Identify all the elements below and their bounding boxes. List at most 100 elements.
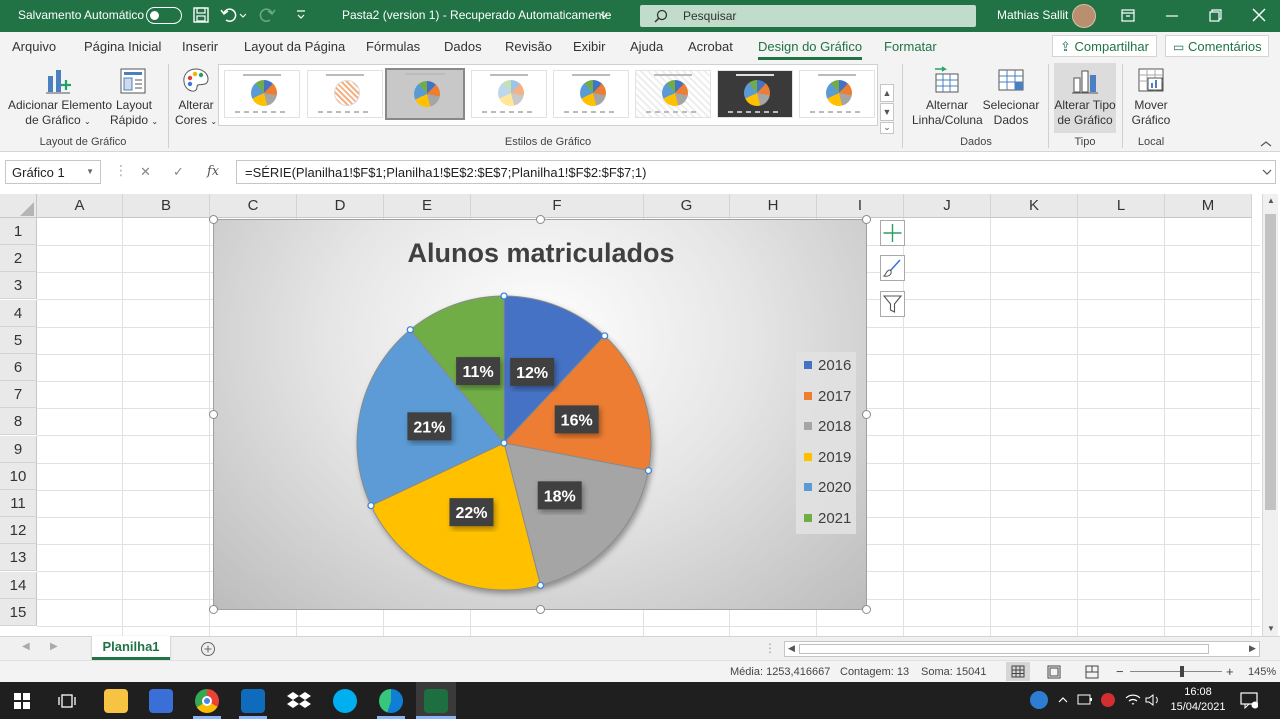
vertical-scrollbar[interactable]: ▲ ▼ bbox=[1262, 194, 1278, 636]
legend-entry-2020[interactable]: 2020 bbox=[804, 479, 851, 496]
chart-style-1[interactable] bbox=[224, 70, 300, 118]
data-label-2016[interactable]: 12% bbox=[510, 357, 555, 386]
selection-point[interactable] bbox=[600, 332, 609, 340]
selection-point[interactable] bbox=[367, 501, 375, 510]
redo-icon[interactable] bbox=[258, 7, 284, 23]
expand-formula-bar-icon[interactable] bbox=[1262, 169, 1272, 175]
wifi-icon[interactable] bbox=[1125, 693, 1141, 707]
data-label-2021[interactable]: 11% bbox=[456, 357, 501, 386]
prev-sheet-icon[interactable]: ◀ bbox=[22, 641, 30, 652]
resize-handle[interactable] bbox=[862, 410, 871, 419]
normal-view-button[interactable] bbox=[1006, 662, 1030, 681]
customize-toolbar-icon[interactable] bbox=[296, 9, 306, 21]
legend-entry-2019[interactable]: 2019 bbox=[804, 449, 851, 466]
column-header-f[interactable]: F bbox=[471, 194, 644, 218]
store-icon[interactable] bbox=[149, 689, 173, 713]
gallery-more-icon[interactable]: ⌄ bbox=[880, 122, 894, 134]
zoom-slider-thumb[interactable] bbox=[1180, 666, 1184, 677]
skype-icon[interactable] bbox=[333, 689, 357, 713]
chart-style-6[interactable] bbox=[635, 70, 711, 118]
resize-handle[interactable] bbox=[209, 215, 218, 224]
row-header-4[interactable]: 4 bbox=[0, 299, 37, 327]
minimize-icon[interactable] bbox=[1166, 15, 1178, 17]
chart-style-7[interactable] bbox=[717, 70, 793, 118]
change-colors-button[interactable] bbox=[181, 66, 211, 96]
selection-point[interactable] bbox=[406, 326, 414, 334]
formula-input[interactable]: =SÉRIE(Planilha1!$F$1;Planilha1!$E$2:$E$… bbox=[236, 160, 1276, 184]
document-title[interactable]: Pasta2 (version 1) - Recuperado Automati… bbox=[342, 8, 611, 22]
scroll-down-icon[interactable]: ▼ bbox=[1267, 624, 1275, 633]
chart-filters-button[interactable] bbox=[880, 291, 905, 317]
comments-button[interactable]: ▭ Comentários bbox=[1165, 35, 1269, 57]
column-header-i[interactable]: I bbox=[817, 194, 904, 218]
column-header-e[interactable]: E bbox=[384, 194, 471, 218]
resize-handle[interactable] bbox=[536, 215, 545, 224]
column-header-j[interactable]: J bbox=[904, 194, 991, 218]
zoom-level[interactable]: 145% bbox=[1248, 666, 1276, 678]
tab-pagina-inicial[interactable]: Página Inicial bbox=[84, 39, 161, 54]
add-sheet-icon[interactable] bbox=[200, 641, 216, 657]
tab-revisao[interactable]: Revisão bbox=[505, 39, 552, 54]
search-box[interactable]: Pesquisar bbox=[640, 5, 976, 27]
battery-icon[interactable] bbox=[1077, 694, 1093, 706]
antivirus-icon[interactable] bbox=[1101, 693, 1115, 707]
select-all-corner[interactable] bbox=[0, 194, 37, 218]
column-header-k[interactable]: K bbox=[991, 194, 1078, 218]
avatar[interactable] bbox=[1072, 4, 1096, 28]
tab-layout-da-pagina[interactable]: Layout da Página bbox=[244, 39, 345, 54]
scroll-right-icon[interactable]: ▶ bbox=[1249, 643, 1256, 654]
autosave-toggle[interactable] bbox=[146, 7, 182, 24]
help-icon[interactable] bbox=[1030, 691, 1048, 709]
column-header-l[interactable]: L bbox=[1078, 194, 1165, 218]
clock[interactable]: 16:08 15/04/2021 bbox=[1168, 685, 1228, 715]
quick-layout-button[interactable] bbox=[118, 66, 148, 96]
edge-icon[interactable] bbox=[379, 689, 403, 713]
row-header-5[interactable]: 5 bbox=[0, 326, 37, 354]
collapse-ribbon-icon[interactable] bbox=[1260, 140, 1272, 148]
sheet-tab-planilha1[interactable]: Planilha1 bbox=[92, 636, 170, 660]
row-header-14[interactable]: 14 bbox=[0, 571, 37, 599]
row-header-2[interactable]: 2 bbox=[0, 245, 37, 273]
notifications-icon[interactable] bbox=[1240, 692, 1258, 709]
resize-handle[interactable] bbox=[862, 215, 871, 224]
selection-point[interactable] bbox=[644, 466, 653, 475]
select-data-button[interactable] bbox=[996, 66, 1026, 96]
restore-icon[interactable] bbox=[1209, 9, 1222, 22]
share-button[interactable]: ⇪ Compartilhar bbox=[1052, 35, 1157, 57]
tab-formulas[interactable]: Fórmulas bbox=[366, 39, 420, 54]
row-header-8[interactable]: 8 bbox=[0, 408, 37, 436]
scroll-up-icon[interactable]: ▲ bbox=[1267, 196, 1275, 205]
resize-handle[interactable] bbox=[862, 605, 871, 614]
chart-style-2[interactable] bbox=[307, 70, 383, 118]
legend-entry-2016[interactable]: 2016 bbox=[804, 357, 851, 374]
selection-point[interactable] bbox=[500, 292, 508, 300]
chart-style-4[interactable] bbox=[471, 70, 547, 118]
page-break-preview-icon[interactable] bbox=[1085, 665, 1099, 679]
tab-exibir[interactable]: Exibir bbox=[573, 39, 606, 54]
switch-row-column-button[interactable] bbox=[932, 66, 962, 96]
close-icon[interactable] bbox=[1252, 8, 1266, 22]
resize-handle[interactable] bbox=[209, 605, 218, 614]
row-header-7[interactable]: 7 bbox=[0, 381, 37, 409]
row-header-3[interactable]: 3 bbox=[0, 272, 37, 300]
excel-taskbar-button[interactable] bbox=[416, 682, 456, 719]
chart-style-8[interactable] bbox=[799, 70, 875, 118]
enter-icon[interactable]: ✓ bbox=[173, 164, 184, 180]
legend-entry-2018[interactable]: 2018 bbox=[804, 418, 851, 435]
column-header-b[interactable]: B bbox=[123, 194, 210, 218]
row-header-15[interactable]: 15 bbox=[0, 598, 37, 626]
task-view-icon[interactable] bbox=[58, 693, 76, 709]
gallery-scroll-up-icon[interactable]: ▲ bbox=[880, 84, 894, 102]
add-chart-element-button[interactable] bbox=[44, 66, 74, 96]
tab-design-do-grafico[interactable]: Design do Gráfico bbox=[758, 39, 863, 60]
chart-legend[interactable]: 2016 2017 2018 2019 2020 2021 bbox=[796, 352, 856, 534]
column-header-m[interactable]: M bbox=[1165, 194, 1252, 218]
scroll-left-icon[interactable]: ◀ bbox=[788, 643, 795, 654]
column-header-h[interactable]: H bbox=[730, 194, 817, 218]
tab-acrobat[interactable]: Acrobat bbox=[688, 39, 733, 54]
chart-style-3-selected[interactable] bbox=[385, 68, 465, 120]
volume-icon[interactable] bbox=[1145, 693, 1161, 707]
page-layout-view-icon[interactable] bbox=[1047, 665, 1061, 679]
row-header-9[interactable]: 9 bbox=[0, 435, 37, 463]
cancel-icon[interactable]: ✕ bbox=[140, 164, 151, 180]
